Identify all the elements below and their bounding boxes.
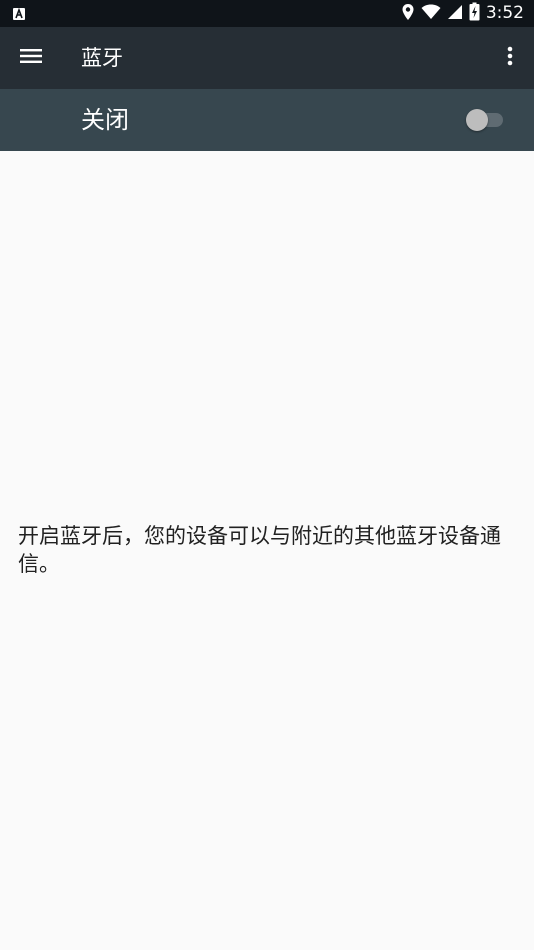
more-options-button[interactable] [498,44,522,72]
signal-icon [447,4,463,24]
bluetooth-toggle[interactable] [466,109,506,131]
app-toolbar: 蓝牙 [0,27,534,89]
location-icon [401,3,415,25]
status-bar: 3:52 [0,0,534,27]
status-time: 3:52 [485,3,524,23]
navigation-menu-button[interactable] [14,44,48,72]
menu-icon [20,48,42,68]
toggle-thumb [466,109,488,131]
more-vert-icon [507,46,513,70]
page-title: 蓝牙 [81,46,123,70]
status-icons: 3:52 [401,0,524,27]
bluetooth-switch-bar[interactable]: 关闭 [0,89,534,151]
wifi-icon [421,4,441,24]
bluetooth-info-text: 开启蓝牙后，您的设备可以与附近的其他蓝牙设备通信。 [18,524,501,576]
notification-a-icon [12,6,26,20]
main-content: 开启蓝牙后，您的设备可以与附近的其他蓝牙设备通信。 [0,151,534,950]
switch-state-label: 关闭 [81,106,129,134]
battery-charging-icon [469,2,480,25]
